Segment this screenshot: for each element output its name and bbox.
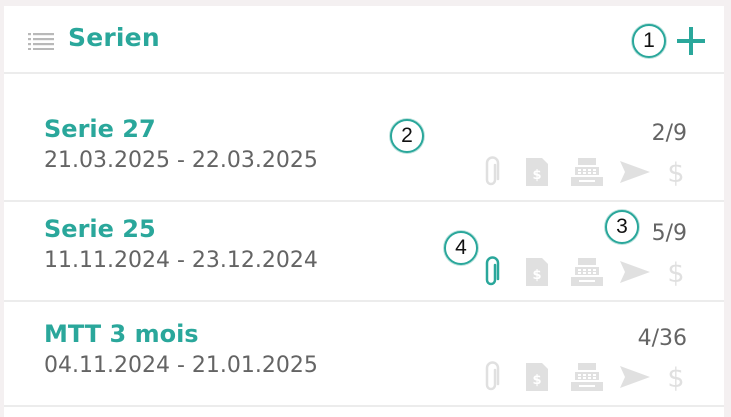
annotation-marker: 3 bbox=[605, 210, 639, 244]
paperclip-icon[interactable] bbox=[481, 156, 503, 188]
dollar-icon[interactable]: $ bbox=[666, 361, 686, 393]
cash-register-icon[interactable] bbox=[569, 361, 605, 393]
page-title: Serien bbox=[68, 23, 160, 52]
invoice-icon[interactable]: $ bbox=[524, 156, 550, 188]
session-count: 2/9 bbox=[651, 121, 687, 146]
add-series-button[interactable] bbox=[674, 24, 708, 58]
svg-text:$: $ bbox=[667, 363, 684, 393]
series-dates: 21.03.2025 - 22.03.2025 bbox=[44, 148, 318, 173]
send-icon[interactable] bbox=[618, 156, 652, 188]
list-icon bbox=[28, 33, 54, 50]
series-header: Serien bbox=[4, 6, 724, 74]
session-count: 4/36 bbox=[637, 326, 687, 351]
annotation-marker: 2 bbox=[390, 119, 424, 153]
list-item[interactable]: Serie 27 21.03.2025 - 22.03.2025 2/9 $ $… bbox=[4, 98, 724, 202]
row-actions: $ $ bbox=[481, 361, 701, 393]
svg-text:$: $ bbox=[532, 268, 541, 283]
annotation-marker: 1 bbox=[632, 24, 666, 58]
list-item[interactable]: Serie 25 11.11.2024 - 23.12.2024 5/9 $ $… bbox=[4, 198, 724, 302]
series-name: Serie 27 bbox=[44, 115, 156, 143]
invoice-icon[interactable]: $ bbox=[524, 361, 550, 393]
list-item[interactable]: MTT 3 mois 04.11.2024 - 21.01.2025 4/36 … bbox=[4, 303, 724, 407]
send-icon[interactable] bbox=[618, 256, 652, 288]
invoice-icon[interactable]: $ bbox=[524, 256, 550, 288]
svg-text:$: $ bbox=[667, 158, 684, 188]
annotation-marker: 4 bbox=[444, 231, 478, 265]
cash-register-icon[interactable] bbox=[569, 256, 605, 288]
series-dates: 11.11.2024 - 23.12.2024 bbox=[44, 248, 318, 273]
series-name: Serie 25 bbox=[44, 215, 156, 243]
svg-text:$: $ bbox=[532, 168, 541, 183]
send-icon[interactable] bbox=[618, 361, 652, 393]
series-name: MTT 3 mois bbox=[44, 320, 199, 348]
svg-text:$: $ bbox=[667, 258, 684, 288]
session-count: 5/9 bbox=[651, 221, 687, 246]
series-panel: Serien Serie 27 21.03.2025 - 22.03.2025 … bbox=[4, 6, 724, 417]
paperclip-icon[interactable] bbox=[481, 256, 503, 288]
paperclip-icon[interactable] bbox=[481, 361, 503, 393]
row-actions: $ $ bbox=[481, 256, 701, 288]
row-actions: $ $ bbox=[481, 156, 701, 188]
dollar-icon[interactable]: $ bbox=[666, 256, 686, 288]
dollar-icon[interactable]: $ bbox=[666, 156, 686, 188]
series-dates: 04.11.2024 - 21.01.2025 bbox=[44, 353, 318, 378]
cash-register-icon[interactable] bbox=[569, 156, 605, 188]
svg-text:$: $ bbox=[532, 373, 541, 388]
